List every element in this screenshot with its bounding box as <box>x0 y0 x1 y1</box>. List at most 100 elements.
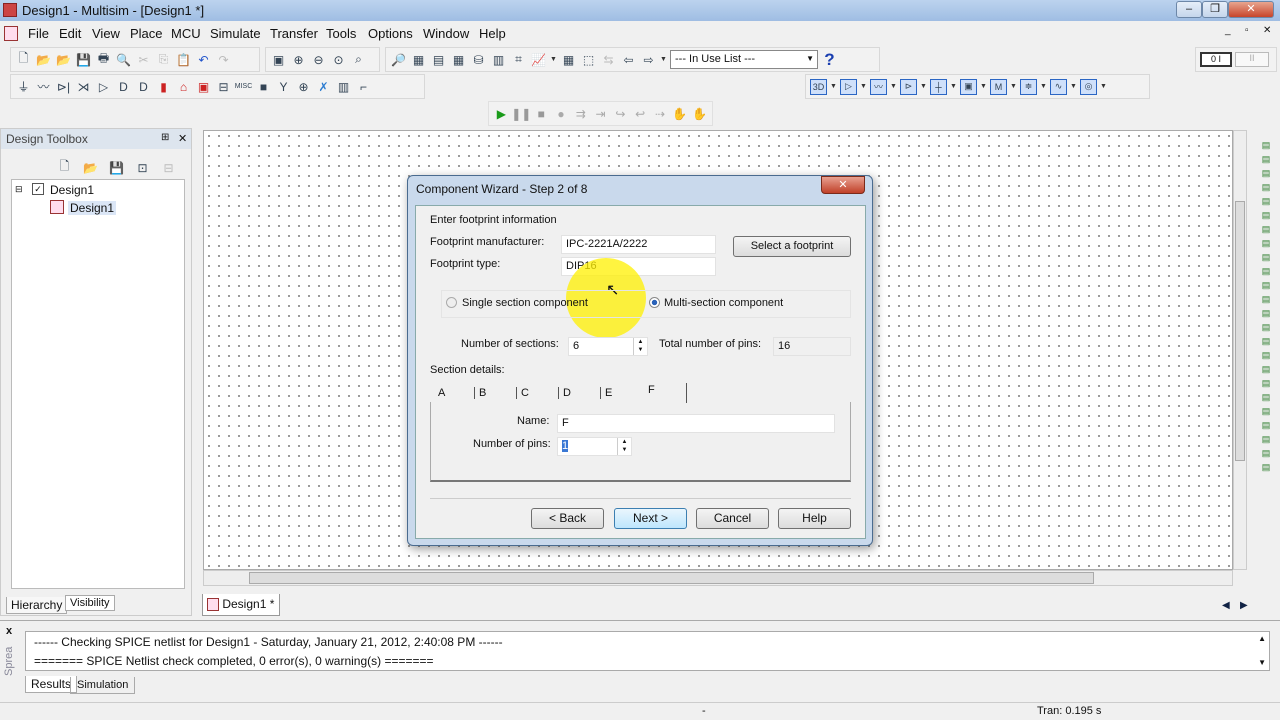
multi-section-label[interactable]: Multi-section component <box>664 297 783 309</box>
save-icon[interactable]: 💾 <box>75 51 92 68</box>
help-icon[interactable]: ? <box>821 50 838 69</box>
menu-options[interactable]: Options <box>368 26 413 41</box>
tab-design1[interactable]: Design1 * <box>202 594 280 616</box>
grid-icon[interactable]: ▦ <box>450 51 467 68</box>
hierarchy-icon[interactable]: ⊟ <box>160 159 177 176</box>
menu-window[interactable]: Window <box>423 26 469 41</box>
grapher-icon[interactable]: 📈 <box>530 51 547 68</box>
pin-icon[interactable]: ⊞ <box>161 132 169 143</box>
section-tab-e[interactable]: E <box>600 387 612 399</box>
step-icon[interactable]: ⇉ <box>572 105 589 122</box>
cmos-icon[interactable]: D <box>135 78 152 95</box>
database-icon[interactable]: ⛁ <box>470 51 487 68</box>
source-icon[interactable]: ⏚ <box>15 78 32 95</box>
spectrum-analyzer-icon[interactable]: ▤ <box>1262 308 1271 319</box>
component-wizard-icon[interactable]: ▥ <box>490 51 507 68</box>
dialog-close-button[interactable]: ✕ <box>821 176 865 194</box>
menu-transfer[interactable]: Transfer <box>270 26 318 41</box>
spin-arrows-icon[interactable]: ▲ ▼ <box>633 338 647 355</box>
agilent-multimeter-icon[interactable]: ▤ <box>1262 350 1271 361</box>
bus-icon[interactable]: ⌐ <box>355 78 372 95</box>
agilent-scope-icon[interactable]: ▤ <box>1262 364 1271 375</box>
rf-icon[interactable]: Y <box>275 78 292 95</box>
print-icon[interactable]: 🖶 <box>95 51 112 68</box>
distortion-analyzer-icon[interactable]: ▤ <box>1262 294 1271 305</box>
search-icon[interactable]: 🔎 <box>390 51 407 68</box>
pins-stepper[interactable]: 1 ▲ ▼ <box>557 437 632 456</box>
scroll-up-icon[interactable]: ▲ <box>1258 634 1266 643</box>
section-tab-a[interactable]: A <box>438 387 445 399</box>
measurement-family-icon[interactable]: M <box>990 78 1007 95</box>
stop-icon[interactable]: ■ <box>533 105 550 122</box>
word-generator-icon[interactable]: ▤ <box>1262 238 1271 249</box>
signal-source-family-icon[interactable]: ∿ <box>1050 78 1067 95</box>
collapse-icon[interactable]: ⊟ <box>15 184 23 195</box>
tab-hierarchy[interactable]: Hierarchy <box>6 597 68 614</box>
copy-icon[interactable]: ⎘ <box>155 51 172 68</box>
restore-button[interactable]: ❐ <box>1202 1 1228 18</box>
open-sample-icon[interactable]: 📂 <box>55 51 72 68</box>
new-icon[interactable]: 🗋 <box>56 159 73 176</box>
four-channel-scope-icon[interactable]: ▤ <box>1262 196 1271 207</box>
back-annotate-icon[interactable]: ⇦ <box>620 51 637 68</box>
horizontal-scroll-thumb[interactable] <box>249 572 1094 584</box>
zoom-fit-icon[interactable]: ⌕ <box>350 51 367 68</box>
probe-icon[interactable]: ▤ <box>1262 462 1271 473</box>
step-into-icon[interactable]: ⇥ <box>592 105 609 122</box>
mixed-icon[interactable]: ⊟ <box>215 78 232 95</box>
select-footprint-button[interactable]: Select a footprint <box>733 236 851 257</box>
zoom-in-icon[interactable]: ⊕ <box>290 51 307 68</box>
tab-scroll-right-icon[interactable]: ▶ <box>1240 600 1248 611</box>
measurement-probe-icon[interactable]: ▤ <box>1262 434 1271 445</box>
toggle-fullscreen-icon[interactable]: ▣ <box>270 51 287 68</box>
menu-edit[interactable]: Edit <box>59 26 81 41</box>
spin-arrows-icon[interactable]: ▲ ▼ <box>617 438 631 455</box>
run-icon[interactable]: ▶ <box>493 105 510 122</box>
indicator-icon[interactable]: ■ <box>255 78 272 95</box>
analog-icon[interactable]: ▷ <box>95 78 112 95</box>
pause-switch-icon[interactable]: II <box>1235 52 1269 67</box>
menu-place[interactable]: Place <box>130 26 163 41</box>
transistor-icon[interactable]: ⋊ <box>75 78 92 95</box>
power-switch-icon[interactable]: 0 I <box>1200 52 1232 67</box>
vertical-scroll-thumb[interactable] <box>1235 201 1245 461</box>
ni-components-icon[interactable]: ✗ <box>315 78 332 95</box>
section-tab-d[interactable]: D <box>558 387 571 399</box>
function-generator-icon[interactable]: ▤ <box>1262 154 1271 165</box>
in-use-list-dropdown[interactable]: --- In Use List --- ▼ <box>670 50 818 69</box>
open-icon[interactable]: 📂 <box>82 159 99 176</box>
mdi-close[interactable]: ✕ <box>1263 25 1271 36</box>
wattmeter-icon[interactable]: ▤ <box>1262 168 1271 179</box>
capacitor-family-icon[interactable]: ≑ <box>1020 78 1037 95</box>
misc-digital-icon[interactable]: ▣ <box>195 78 212 95</box>
checkbox-icon[interactable]: ✓ <box>32 183 44 195</box>
hand-icon[interactable]: ✋ <box>671 105 688 122</box>
logic-converter-icon[interactable]: ▤ <box>1262 252 1271 263</box>
tree-item-design-root[interactable]: Design1 <box>50 183 94 197</box>
toolbox-icon[interactable]: ▤ <box>430 51 447 68</box>
analog-family-icon[interactable]: ▷ <box>840 78 857 95</box>
menu-view[interactable]: View <box>92 26 120 41</box>
redo-icon[interactable]: ↷ <box>215 51 232 68</box>
multimeter-icon[interactable]: ▤ <box>1262 140 1271 151</box>
transfer-icon[interactable]: ⇆ <box>600 51 617 68</box>
save-icon[interactable]: 💾 <box>108 159 125 176</box>
mcu-icon[interactable]: ▮ <box>155 78 172 95</box>
labview-icon[interactable]: ▤ <box>1262 392 1271 403</box>
resistor-family-icon[interactable]: 〰 <box>870 78 887 95</box>
oscilloscope-icon[interactable]: ▤ <box>1262 182 1271 193</box>
paste-icon[interactable]: 📋 <box>175 51 192 68</box>
mdi-minimize[interactable]: _ <box>1225 25 1231 36</box>
agilent-generator-icon[interactable]: ▤ <box>1262 336 1271 347</box>
remove-breakpoints-icon[interactable]: ✋ <box>691 105 708 122</box>
logic-analyzer-icon[interactable]: ▤ <box>1262 266 1271 277</box>
bode-plotter-icon[interactable]: ▤ <box>1262 210 1271 221</box>
scroll-down-icon[interactable]: ▼ <box>1258 658 1266 667</box>
menu-help[interactable]: Help <box>479 26 506 41</box>
step-over-icon[interactable]: ↪ <box>612 105 629 122</box>
tektronix-scope-icon[interactable]: ▤ <box>1262 378 1271 389</box>
output-close-icon[interactable]: x <box>6 625 12 637</box>
print-preview-icon[interactable]: 🔍 <box>115 51 132 68</box>
tree-item-design-sheet[interactable]: Design1 <box>68 201 117 215</box>
next-button[interactable]: Next > <box>614 508 687 529</box>
